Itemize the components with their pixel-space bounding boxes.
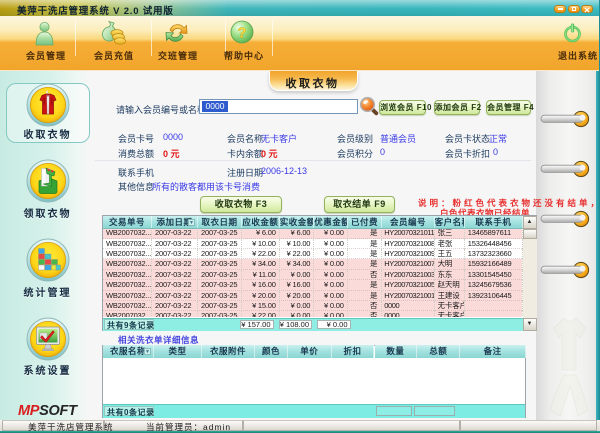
svg-text:?: ? bbox=[237, 25, 246, 42]
